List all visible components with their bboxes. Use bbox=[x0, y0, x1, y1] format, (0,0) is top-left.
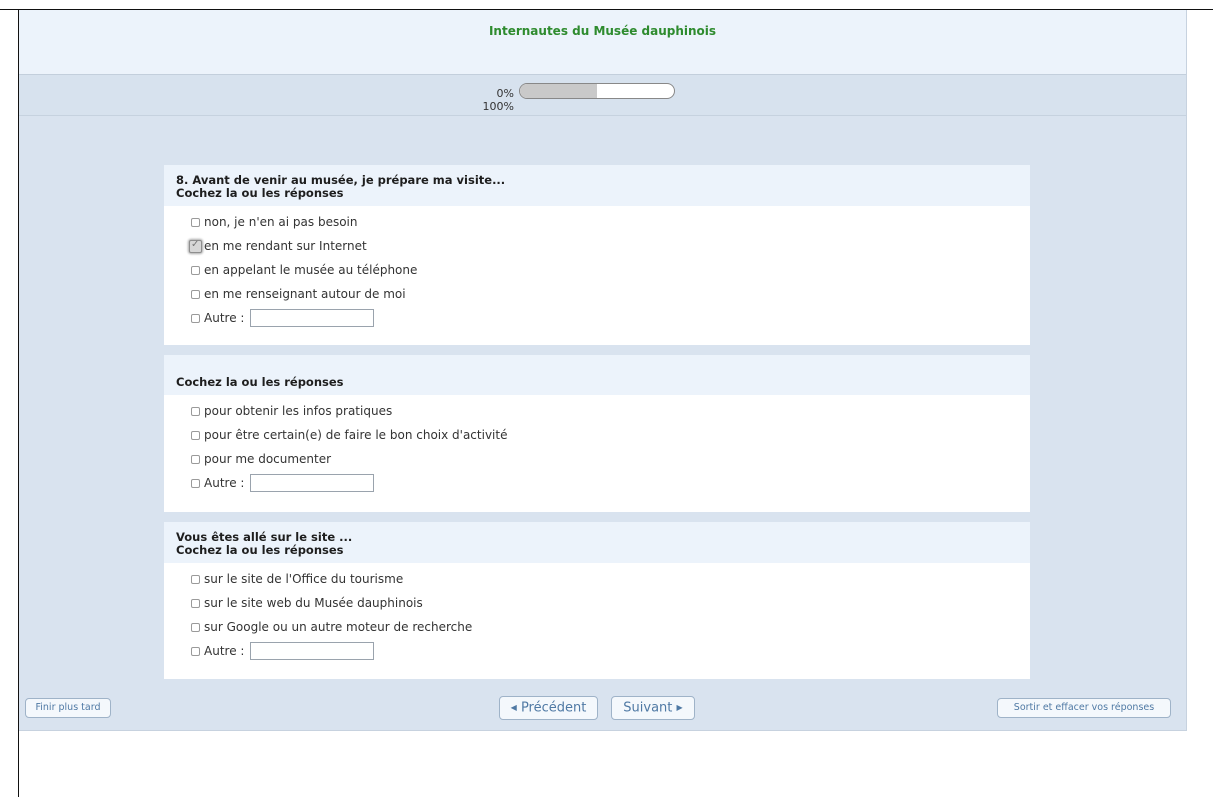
question-instruction: Cochez la ou les réponses bbox=[176, 543, 344, 557]
option-label: en me rendant sur Internet bbox=[204, 239, 367, 253]
question-instruction: Cochez la ou les réponses bbox=[176, 375, 344, 389]
option-label: Autre : bbox=[204, 311, 245, 325]
survey-container: Internautes du Musée dauphinois 0% 100% … bbox=[19, 10, 1187, 731]
option-documentation[interactable]: pour me documenter bbox=[191, 447, 1030, 471]
previous-button[interactable]: ◀ Précédent bbox=[499, 696, 598, 720]
progress-end-label: 100% bbox=[482, 100, 514, 113]
checkbox-checked[interactable] bbox=[189, 239, 202, 253]
option-tourism-office[interactable]: sur le site de l'Office du tourisme bbox=[191, 567, 1030, 591]
checkbox[interactable] bbox=[191, 289, 200, 299]
question-panel-1: 8. Avant de venir au musée, je prépare m… bbox=[164, 165, 1030, 345]
question-panel-2: Cochez la ou les réponses pour obtenir l… bbox=[164, 355, 1030, 512]
option-label: en appelant le musée au téléphone bbox=[204, 263, 418, 277]
progress-start-label: 0% bbox=[496, 87, 514, 100]
survey-title: Internautes du Musée dauphinois bbox=[488, 24, 717, 38]
checkbox[interactable] bbox=[191, 646, 200, 656]
checkbox[interactable] bbox=[191, 265, 200, 275]
option-label: en me renseignant autour de moi bbox=[204, 287, 406, 301]
chevron-right-icon: ▶ bbox=[676, 703, 683, 712]
option-internet[interactable]: en me rendant sur Internet bbox=[189, 234, 1030, 258]
question-header: Cochez la ou les réponses bbox=[164, 355, 1030, 395]
option-right-choice[interactable]: pour être certain(e) de faire le bon cho… bbox=[191, 423, 1030, 447]
option-label: pour me documenter bbox=[204, 452, 332, 466]
option-label: sur le site de l'Office du tourisme bbox=[204, 572, 404, 586]
question-header: Vous êtes allé sur le site ... Cochez la… bbox=[164, 522, 1030, 563]
checkbox[interactable] bbox=[191, 454, 200, 464]
next-label: Suivant bbox=[623, 700, 673, 716]
option-label: Autre : bbox=[204, 476, 245, 490]
checkbox[interactable] bbox=[191, 598, 200, 608]
other-text-input[interactable] bbox=[250, 474, 375, 492]
chevron-left-icon: ◀ bbox=[510, 703, 517, 712]
option-label: Autre : bbox=[204, 644, 245, 658]
option-label: sur le site web du Musée dauphinois bbox=[204, 596, 423, 610]
question-options: sur le site de l'Office du tourisme sur … bbox=[164, 563, 1030, 673]
option-other[interactable]: Autre : bbox=[191, 639, 1030, 663]
finish-later-button[interactable]: Finir plus tard bbox=[25, 698, 111, 718]
checkbox[interactable] bbox=[191, 313, 200, 323]
checkbox[interactable] bbox=[191, 217, 200, 227]
question-options: non, je n'en ai pas besoin en me rendant… bbox=[164, 206, 1030, 340]
option-other[interactable]: Autre : bbox=[191, 306, 1030, 330]
next-button[interactable]: Suivant ▶ bbox=[611, 696, 695, 720]
question-header: 8. Avant de venir au musée, je prépare m… bbox=[164, 165, 1030, 206]
survey-header: Internautes du Musée dauphinois bbox=[19, 10, 1186, 75]
option-search-engine[interactable]: sur Google ou un autre moteur de recherc… bbox=[191, 615, 1030, 639]
option-label: non, je n'en ai pas besoin bbox=[204, 215, 358, 229]
other-text-input[interactable] bbox=[250, 642, 375, 660]
checkbox[interactable] bbox=[191, 478, 200, 488]
progress-bar bbox=[519, 83, 675, 99]
progress-fill bbox=[520, 84, 597, 98]
question-instruction: Cochez la ou les réponses bbox=[176, 186, 344, 200]
question-options: pour obtenir les infos pratiques pour êt… bbox=[164, 395, 1030, 505]
checkbox[interactable] bbox=[191, 430, 200, 440]
exit-clear-button[interactable]: Sortir et effacer vos réponses bbox=[997, 698, 1171, 718]
previous-label: Précédent bbox=[520, 700, 587, 716]
checkbox[interactable] bbox=[191, 574, 200, 584]
question-panel-3: Vous êtes allé sur le site ... Cochez la… bbox=[164, 522, 1030, 679]
option-label: sur Google ou un autre moteur de recherc… bbox=[204, 620, 473, 634]
option-practical-info[interactable]: pour obtenir les infos pratiques bbox=[191, 399, 1030, 423]
checkbox[interactable] bbox=[191, 622, 200, 632]
other-text-input[interactable] bbox=[250, 309, 375, 327]
option-no-need[interactable]: non, je n'en ai pas besoin bbox=[191, 210, 1030, 234]
option-label: pour être certain(e) de faire le bon cho… bbox=[204, 428, 508, 442]
checkbox[interactable] bbox=[191, 406, 200, 416]
option-phone[interactable]: en appelant le musée au téléphone bbox=[191, 258, 1030, 282]
option-other[interactable]: Autre : bbox=[191, 471, 1030, 495]
option-label: pour obtenir les infos pratiques bbox=[204, 404, 393, 418]
progress-section: 0% 100% bbox=[19, 75, 1186, 116]
option-museum-site[interactable]: sur le site web du Musée dauphinois bbox=[191, 591, 1030, 615]
option-around-me[interactable]: en me renseignant autour de moi bbox=[191, 282, 1030, 306]
